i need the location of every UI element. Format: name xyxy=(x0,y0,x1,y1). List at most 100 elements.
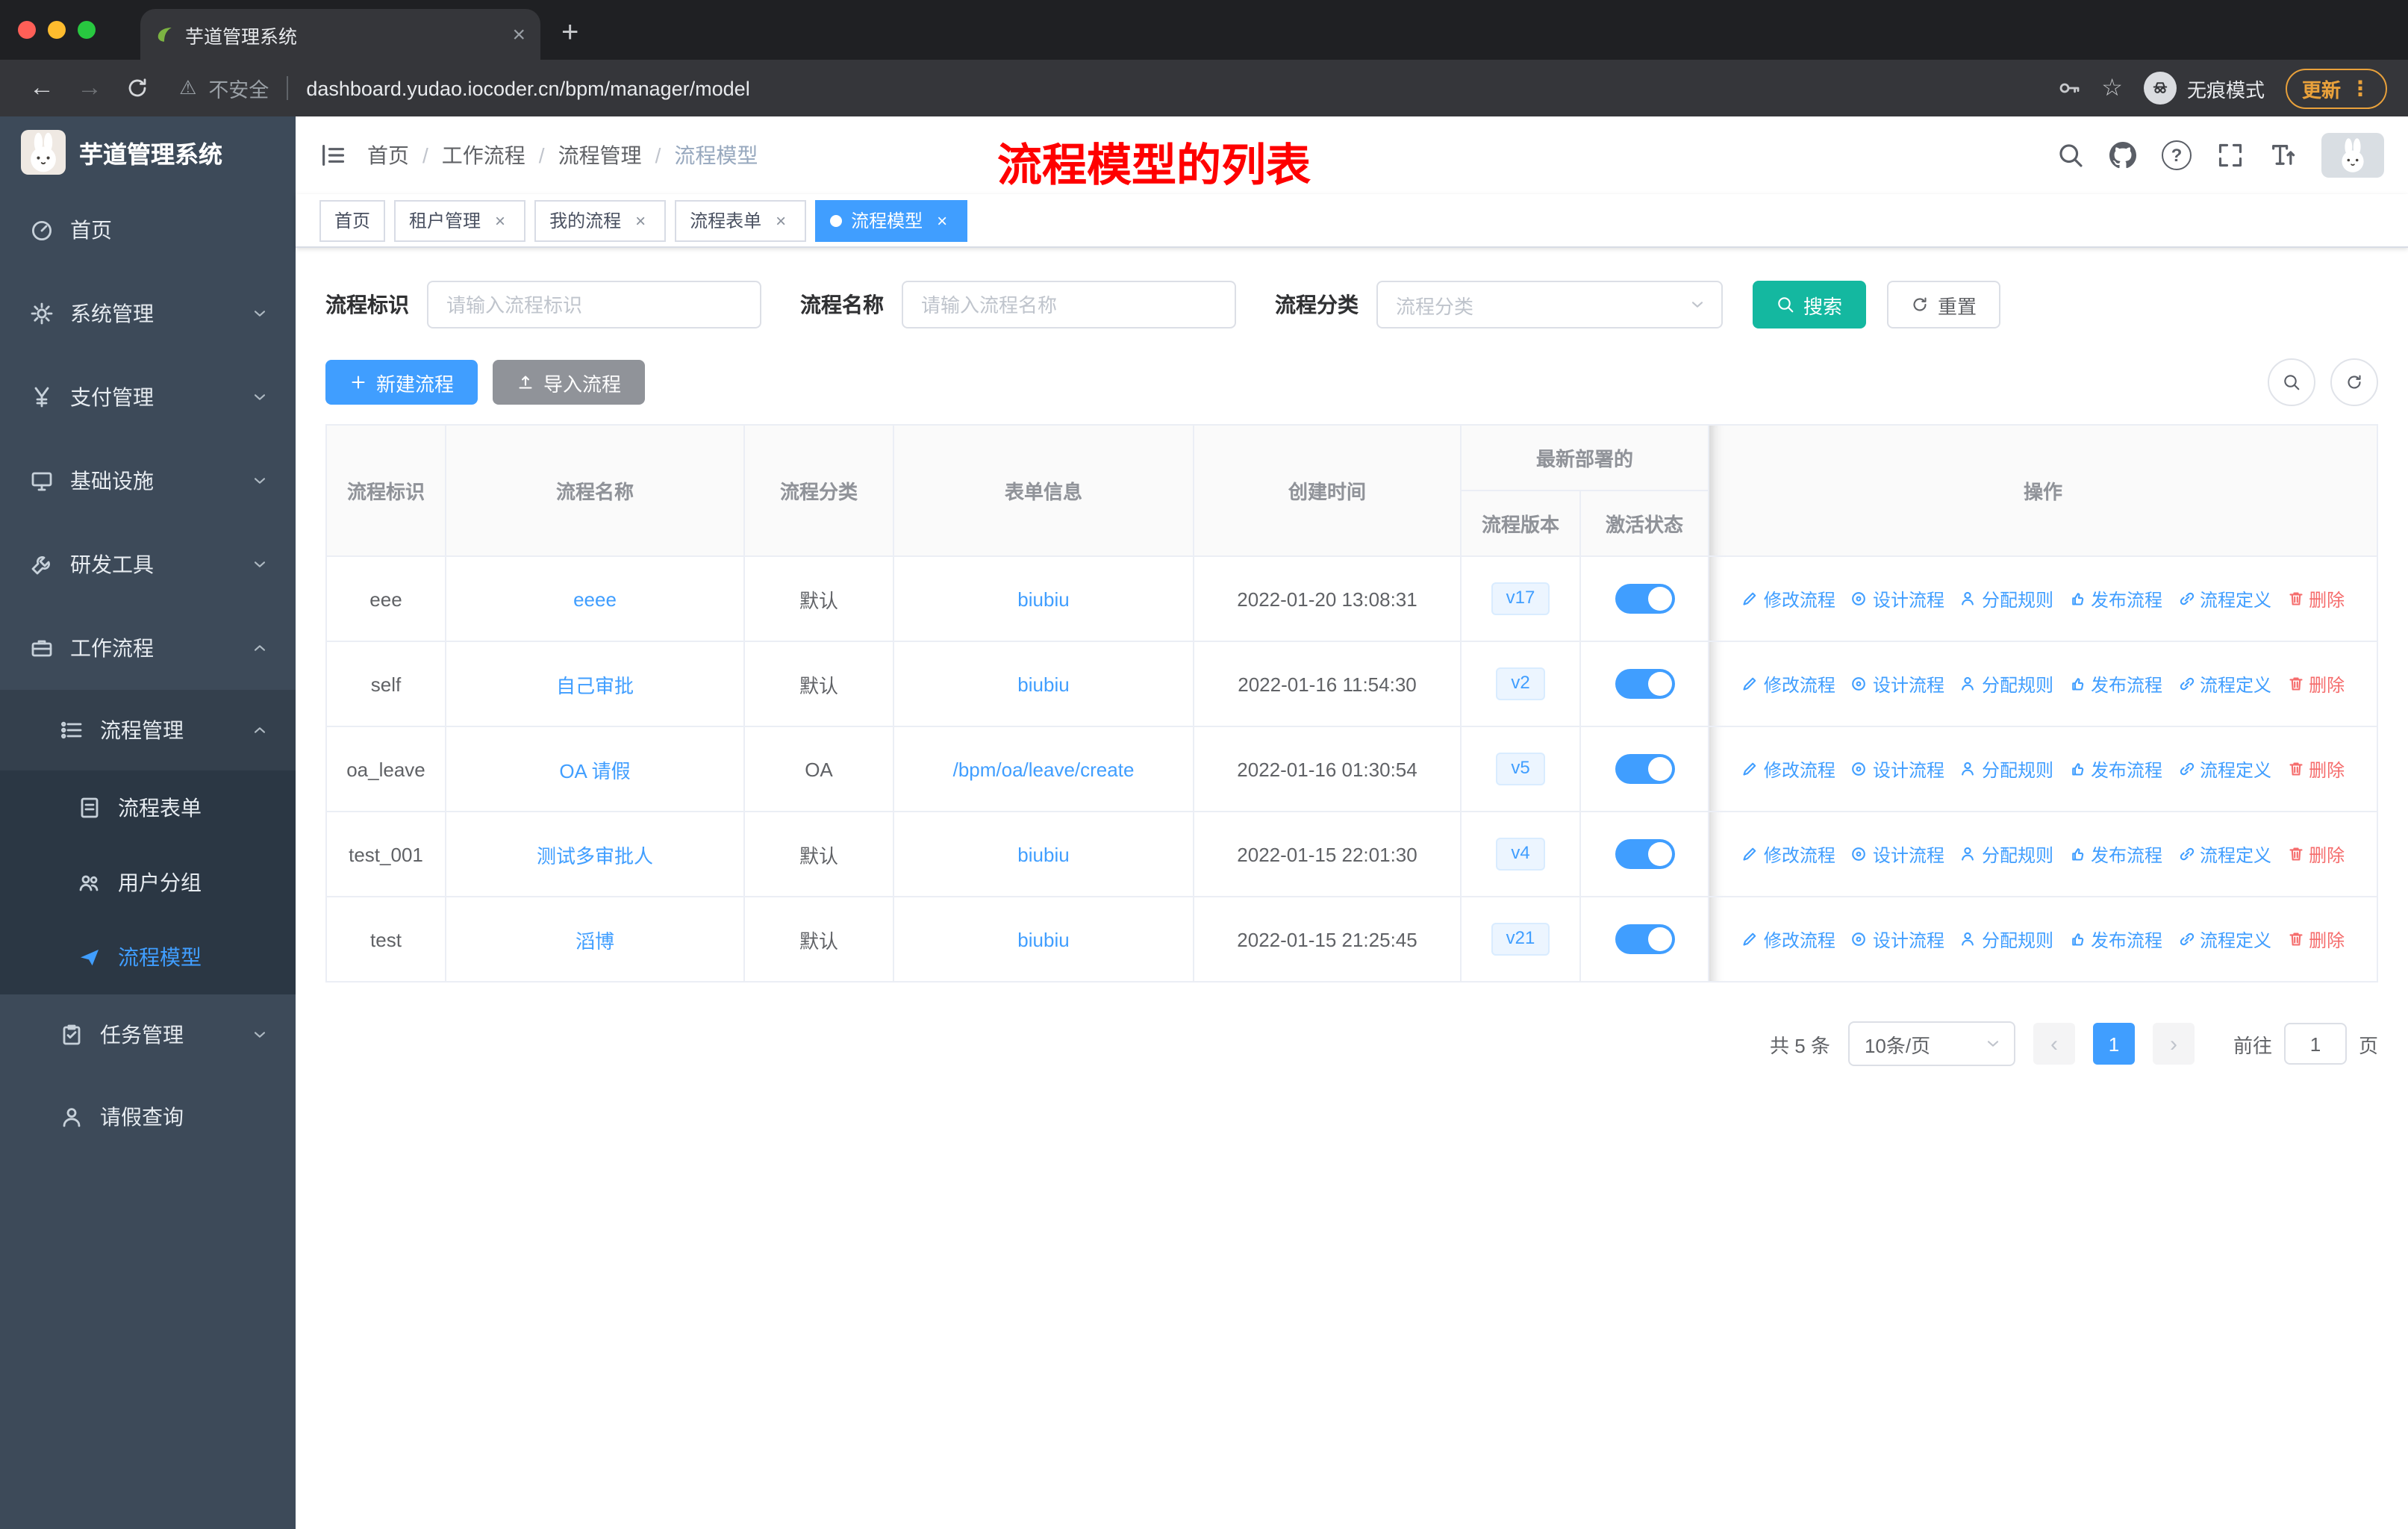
delete-process-link[interactable]: 删除 xyxy=(2286,927,2345,952)
security-label[interactable]: 不安全 xyxy=(208,73,269,103)
process-name-link[interactable]: 测试多审批人 xyxy=(537,844,653,867)
form-info-link[interactable]: biubiu xyxy=(1017,673,1069,695)
password-key-icon[interactable] xyxy=(2056,76,2080,100)
sidebar-item-process-form[interactable]: 流程表单 xyxy=(0,770,296,845)
forward-button[interactable]: → xyxy=(69,67,110,109)
form-info-link[interactable]: biubiu xyxy=(1017,588,1069,610)
sidebar-item-workflow[interactable]: 工作流程 xyxy=(0,606,296,690)
sidebar-item-system[interactable]: 系统管理 xyxy=(0,272,296,355)
breadcrumb-item[interactable]: 工作流程 xyxy=(442,140,525,170)
publish-process-link[interactable]: 发布流程 xyxy=(2068,927,2162,952)
window-zoom-button[interactable] xyxy=(78,21,96,39)
github-icon[interactable] xyxy=(2109,142,2136,169)
process-name-link[interactable]: 自己审批 xyxy=(556,674,634,697)
publish-process-link[interactable]: 发布流程 xyxy=(2068,586,2162,611)
refresh-table-button[interactable] xyxy=(2330,358,2378,406)
sidebar-item-devtools[interactable]: 研发工具 xyxy=(0,523,296,606)
modify-process-link[interactable]: 修改流程 xyxy=(1741,756,1835,782)
breadcrumb-item[interactable]: 首页 xyxy=(367,140,409,170)
active-toggle[interactable] xyxy=(1615,839,1674,869)
sidebar-item-process-management[interactable]: 流程管理 xyxy=(0,690,296,770)
design-process-link[interactable]: 设计流程 xyxy=(1850,671,1944,697)
sidebar-item-infrastructure[interactable]: 基础设施 xyxy=(0,439,296,523)
assign-rule-link[interactable]: 分配规则 xyxy=(1959,927,2053,952)
tag-process-form[interactable]: 流程表单 × xyxy=(675,199,807,241)
design-process-link[interactable]: 设计流程 xyxy=(1850,756,1944,782)
tag-my-process[interactable]: 我的流程 × xyxy=(534,199,667,241)
browser-tab[interactable]: 芋道管理系统 × xyxy=(140,9,540,60)
delete-process-link[interactable]: 删除 xyxy=(2286,756,2345,782)
font-size-icon[interactable] xyxy=(2269,142,2296,169)
sidebar-item-payment[interactable]: 支付管理 xyxy=(0,355,296,439)
prev-page-button[interactable]: ‹ xyxy=(2033,1023,2075,1065)
chrome-menu-icon[interactable]: ⋮ xyxy=(2350,75,2371,101)
fullscreen-icon[interactable] xyxy=(2217,142,2244,169)
user-avatar[interactable] xyxy=(2321,133,2384,178)
tag-close-icon[interactable]: × xyxy=(932,210,952,231)
assign-rule-link[interactable]: 分配规则 xyxy=(1959,671,2053,697)
delete-process-link[interactable]: 删除 xyxy=(2286,586,2345,611)
version-badge[interactable]: v17 xyxy=(1491,582,1550,615)
process-id-input[interactable] xyxy=(427,281,761,328)
modify-process-link[interactable]: 修改流程 xyxy=(1741,586,1835,611)
sidebar-item-leave-query[interactable]: 请假查询 xyxy=(0,1075,296,1159)
version-badge[interactable]: v2 xyxy=(1496,667,1545,700)
assign-rule-link[interactable]: 分配规则 xyxy=(1959,841,2053,867)
tab-close-icon[interactable]: × xyxy=(512,22,525,47)
form-info-link[interactable]: /bpm/oa/leave/create xyxy=(953,758,1135,780)
toggle-search-button[interactable] xyxy=(2268,358,2315,406)
tag-process-model[interactable]: 流程模型 × xyxy=(815,199,968,241)
process-name-link[interactable]: OA 请假 xyxy=(559,759,630,782)
address-bar[interactable]: ⚠ 不安全 dashboard.yudao.iocoder.cn/bpm/man… xyxy=(179,73,2050,103)
create-process-button[interactable]: 新建流程 xyxy=(325,360,478,405)
publish-process-link[interactable]: 发布流程 xyxy=(2068,841,2162,867)
modify-process-link[interactable]: 修改流程 xyxy=(1741,841,1835,867)
chrome-update-button[interactable]: 更新 ⋮ xyxy=(2285,68,2387,108)
design-process-link[interactable]: 设计流程 xyxy=(1850,586,1944,611)
delete-process-link[interactable]: 删除 xyxy=(2286,841,2345,867)
process-name-link[interactable]: eeee xyxy=(573,588,617,610)
sidebar-item-home[interactable]: 首页 xyxy=(0,188,296,272)
publish-process-link[interactable]: 发布流程 xyxy=(2068,671,2162,697)
window-close-button[interactable] xyxy=(18,21,36,39)
form-info-link[interactable]: biubiu xyxy=(1017,928,1069,950)
sidebar-item-task-management[interactable]: 任务管理 xyxy=(0,994,296,1075)
help-icon[interactable]: ? xyxy=(2162,140,2192,170)
process-name-input[interactable] xyxy=(902,281,1236,328)
assign-rule-link[interactable]: 分配规则 xyxy=(1959,586,2053,611)
version-badge[interactable]: v21 xyxy=(1491,923,1550,956)
page-size-select[interactable]: 10条/页 xyxy=(1847,1021,2015,1066)
process-definition-link[interactable]: 流程定义 xyxy=(2177,756,2271,782)
new-tab-button[interactable]: + xyxy=(540,16,599,60)
sidebar-item-user-group[interactable]: 用户分组 xyxy=(0,845,296,920)
version-badge[interactable]: v4 xyxy=(1496,838,1545,871)
next-page-button[interactable]: › xyxy=(2152,1023,2195,1065)
active-toggle[interactable] xyxy=(1615,924,1674,954)
active-toggle[interactable] xyxy=(1615,754,1674,784)
modify-process-link[interactable]: 修改流程 xyxy=(1741,927,1835,952)
import-process-button[interactable]: 导入流程 xyxy=(493,360,646,405)
active-toggle[interactable] xyxy=(1615,669,1674,699)
current-page-button[interactable]: 1 xyxy=(2092,1023,2135,1065)
delete-process-link[interactable]: 删除 xyxy=(2286,671,2345,697)
search-icon[interactable] xyxy=(2057,142,2084,169)
goto-page-input[interactable] xyxy=(2283,1023,2347,1065)
form-info-link[interactable]: biubiu xyxy=(1017,843,1069,865)
reload-button[interactable] xyxy=(116,67,158,109)
tag-close-icon[interactable]: × xyxy=(770,210,791,231)
process-category-select[interactable]: 流程分类 xyxy=(1376,281,1723,328)
design-process-link[interactable]: 设计流程 xyxy=(1850,841,1944,867)
window-minimize-button[interactable] xyxy=(48,21,66,39)
sidebar-item-process-model[interactable]: 流程模型 xyxy=(0,920,296,994)
url-text[interactable]: dashboard.yudao.iocoder.cn/bpm/manager/m… xyxy=(306,77,749,99)
breadcrumb-item[interactable]: 流程管理 xyxy=(558,140,642,170)
reset-button[interactable]: 重置 xyxy=(1887,281,2001,328)
process-definition-link[interactable]: 流程定义 xyxy=(2177,671,2271,697)
process-definition-link[interactable]: 流程定义 xyxy=(2177,841,2271,867)
publish-process-link[interactable]: 发布流程 xyxy=(2068,756,2162,782)
tag-close-icon[interactable]: × xyxy=(630,210,651,231)
process-definition-link[interactable]: 流程定义 xyxy=(2177,927,2271,952)
search-button[interactable]: 搜索 xyxy=(1753,281,1867,328)
modify-process-link[interactable]: 修改流程 xyxy=(1741,671,1835,697)
tag-home[interactable]: 首页 xyxy=(319,199,386,241)
